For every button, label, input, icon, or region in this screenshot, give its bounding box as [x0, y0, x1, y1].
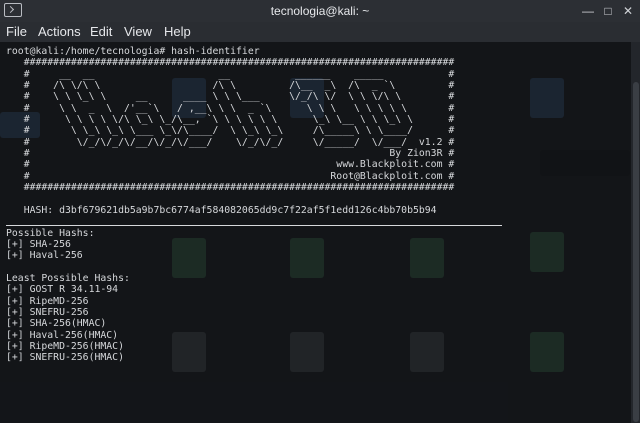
menu-file[interactable]: File [6, 24, 27, 39]
terminal-line: Possible Hashs: [6, 227, 95, 239]
terminal-line: [+] Haval-256 [6, 250, 83, 262]
terminal-line: [+] SHA-256(HMAC) [6, 318, 107, 330]
terminal-line: # \ \ \ \ \/\ \_\ \_/\__, `\ \ \ \ \ \ \… [6, 114, 455, 126]
terminal-line: # Root@Blackploit.com # [6, 170, 455, 182]
menu-help[interactable]: Help [164, 24, 191, 39]
scrollbar-thumb[interactable] [633, 82, 639, 422]
terminal-line: [+] Haval-256(HMAC) [6, 329, 119, 341]
separator-line [6, 225, 502, 226]
menu-actions[interactable]: Actions [38, 24, 81, 39]
close-icon[interactable]: ✕ [620, 3, 636, 19]
terminal-output: root@kali:/home/tecnologia# hash-identif… [6, 46, 626, 364]
maximize-icon[interactable]: □ [600, 3, 616, 19]
terminal-line: [+] SHA-256 [6, 238, 71, 250]
terminal-line: # /\ \/\ \ /\ \ /\__ _\ /\ _ `\ # [6, 80, 455, 92]
terminal-line: # By Zion3R # [6, 148, 455, 160]
menu-view[interactable]: View [124, 24, 152, 39]
terminal-line: [+] RipeMD-256 [6, 295, 89, 307]
menu-bar: File Actions Edit View Help [0, 22, 640, 42]
terminal-line: Least Possible Hashs: [6, 272, 130, 284]
terminal-line: # \/_/\/_/\/__/\/_/\/___/ \/_/\/_/ \/___… [6, 136, 455, 148]
terminal-line: [+] SNEFRU-256(HMAC) [6, 352, 124, 364]
minimize-icon[interactable]: — [580, 3, 596, 19]
terminal-line: # \ \ _ \ /'__`\ / ,__\ \ \ _ `\ \ \ \ \… [6, 102, 455, 114]
terminal-line: [+] SNEFRU-256 [6, 306, 89, 318]
title-bar: tecnologia@kali: ~ — □ ✕ [0, 0, 640, 23]
terminal-line: root@kali:/home/tecnologia# hash-identif… [6, 46, 260, 57]
terminal-line: HASH: d3bf679621db5a9b7bc6774af584082065… [6, 204, 437, 216]
window-title: tecnologia@kali: ~ [270, 4, 370, 18]
terminal-line: # \ \_\ \_\ \___ \_\/\____/ \ \_\ \_\ /\… [6, 125, 455, 137]
terminal-line: [+] GOST R 34.11-94 [6, 284, 119, 296]
scrollbar[interactable] [631, 42, 640, 423]
terminal-line: [+] RipeMD-256(HMAC) [6, 340, 124, 352]
terminal-line: ########################################… [6, 182, 455, 194]
terminal-area[interactable]: root@kali:/home/tecnologia# hash-identif… [0, 42, 640, 423]
menu-edit[interactable]: Edit [90, 24, 112, 39]
terminal-line: # __ __ __ ______ _____ # [6, 68, 455, 80]
terminal-line: # www.Blackploit.com # [6, 159, 455, 171]
terminal-line: # \ \ \_\ \ __ ____ \ \ \___ \/_/\ \/ \ … [6, 91, 455, 103]
terminal-line: ########################################… [6, 57, 455, 69]
